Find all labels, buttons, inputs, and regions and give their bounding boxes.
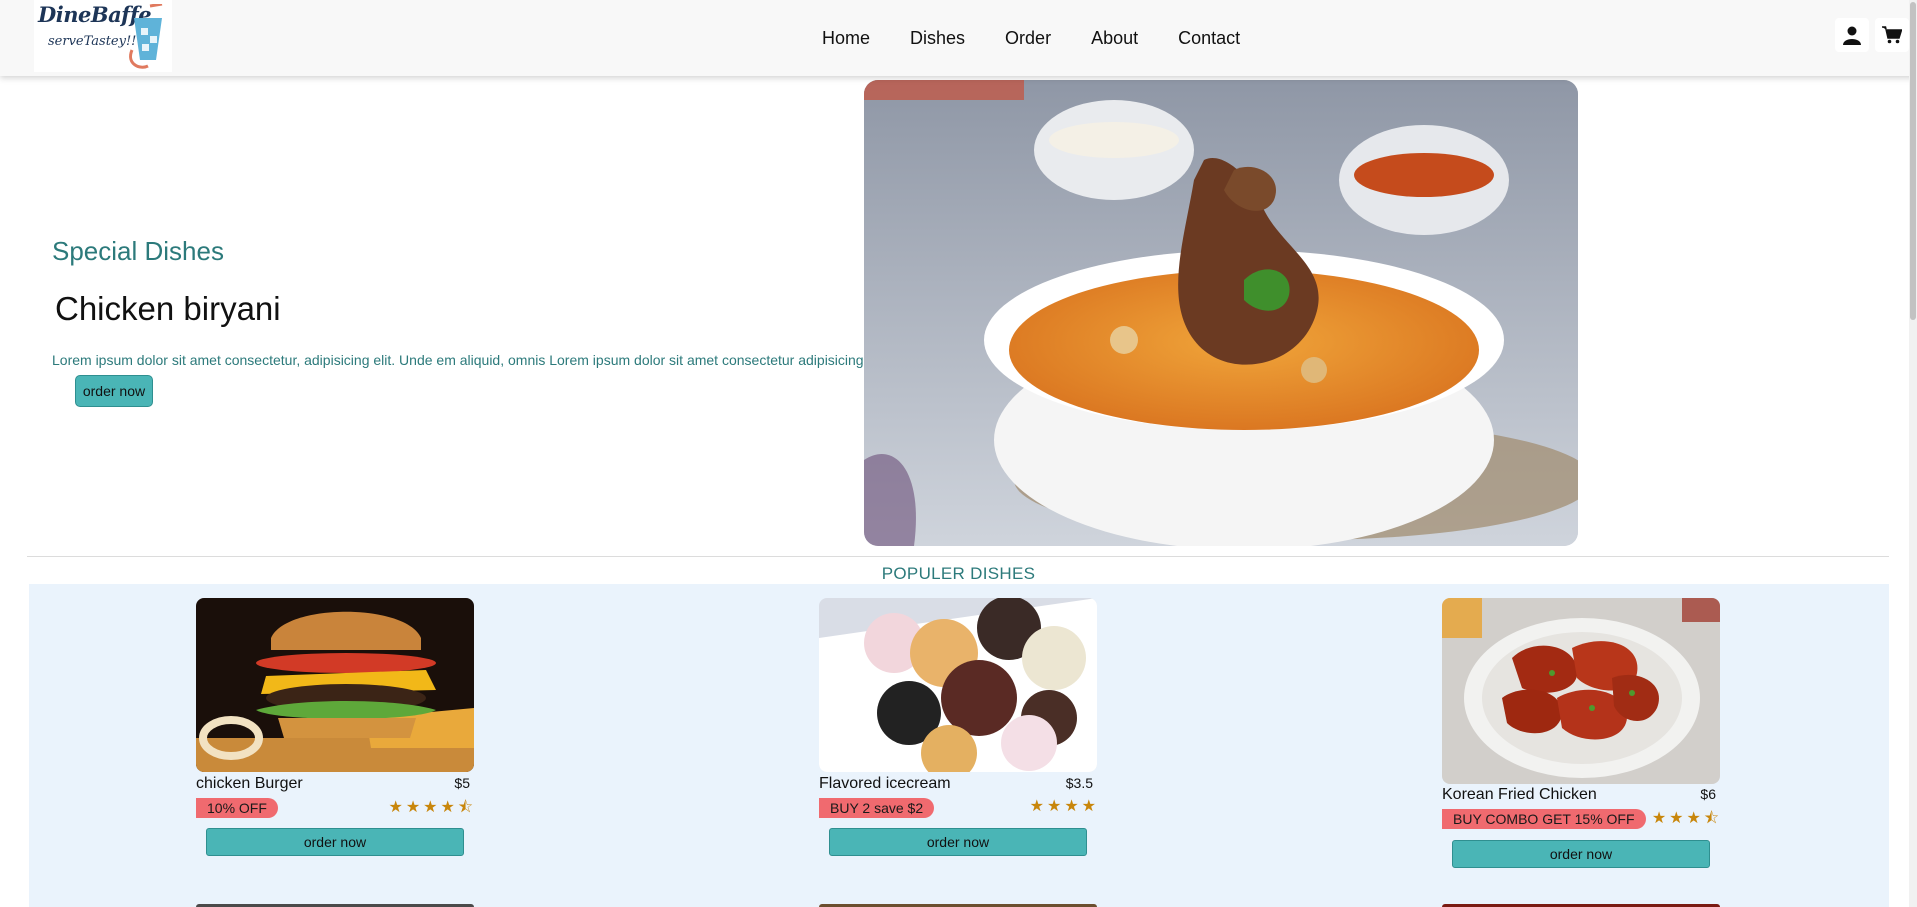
fried-chicken-image [1442, 598, 1720, 784]
dish-image [1442, 598, 1720, 784]
brand-logo[interactable]: DineBaffe serveTastey!! [34, 0, 172, 72]
nav-home[interactable]: Home [822, 28, 870, 49]
nav-about[interactable]: About [1091, 28, 1138, 49]
user-icon [1843, 26, 1861, 45]
dish-card: chicken Burger $5 10% OFF ★★★★⯪ order no… [196, 598, 476, 858]
dish-name: chicken Burger [196, 775, 303, 792]
page-scrollbar[interactable] [1909, 0, 1917, 907]
popular-heading: POPULER DISHES [881, 564, 1036, 583]
offer-badge: 10% OFF [196, 798, 278, 818]
biryani-image [864, 80, 1578, 546]
dish-card: Flavored icecream $3.5 BUY 2 save $2 ★★★… [819, 598, 1099, 858]
drink-cup-icon [129, 4, 163, 69]
dish-image [819, 598, 1097, 772]
rating-stars: ★★★★ [1029, 798, 1099, 815]
dish-price: $3.5 [1065, 775, 1093, 791]
dish-name: Korean Fried Chicken [1442, 786, 1597, 803]
rating-stars: ★★★★⯪ [388, 799, 476, 816]
cart-icon [1882, 26, 1902, 44]
dish-name: Flavored icecream [819, 775, 951, 792]
dish-card: Korean Fried Chicken $6 BUY COMBO GET 15… [1442, 598, 1722, 868]
hero-order-button[interactable]: order now [75, 375, 153, 407]
section-divider [27, 556, 1889, 557]
hero-dish-title: Chicken biryani [55, 290, 281, 327]
hero-description: Lorem ipsum dolor sit amet consectetur, … [52, 352, 864, 368]
nav-dishes[interactable]: Dishes [910, 28, 965, 49]
rating-stars: ★★★⯪ [1651, 810, 1722, 827]
dish-price: $5 [454, 775, 470, 791]
burger-image [196, 598, 474, 772]
icecream-image [819, 598, 1097, 772]
site-header: DineBaffe serveTastey!! Home Dishes Orde… [0, 0, 1917, 76]
dish-image [196, 598, 474, 772]
hero-dish-image [864, 80, 1578, 546]
dish-price: $6 [1700, 786, 1716, 802]
main-nav: Home Dishes Order About Contact [822, 28, 1240, 49]
dish-order-button[interactable]: order now [206, 828, 464, 856]
cart-button[interactable] [1875, 18, 1909, 52]
offer-badge: BUY 2 save $2 [819, 798, 935, 818]
dish-order-button[interactable]: order now [829, 828, 1087, 856]
nav-order[interactable]: Order [1005, 28, 1051, 49]
dish-order-button[interactable]: order now [1452, 840, 1710, 868]
scrollbar-thumb[interactable] [1910, 2, 1916, 320]
offer-badge: BUY COMBO GET 15% OFF [1442, 809, 1646, 829]
user-button[interactable] [1835, 18, 1869, 52]
brand-tagline: serveTastey!! [48, 34, 137, 49]
nav-contact[interactable]: Contact [1178, 28, 1240, 49]
hero-label: Special Dishes [52, 236, 224, 266]
